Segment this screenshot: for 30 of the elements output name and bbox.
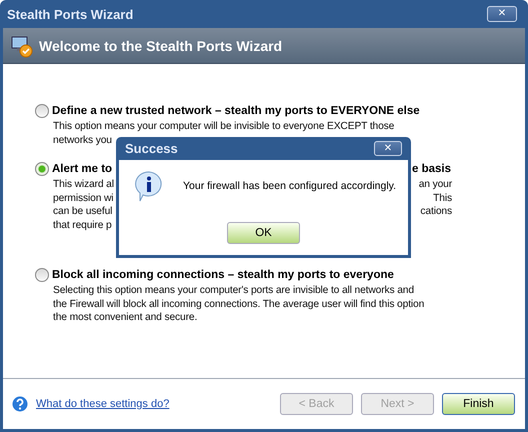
dialog-title: Success bbox=[125, 141, 178, 156]
help-link[interactable]: What do these settings do? bbox=[36, 398, 272, 410]
option-description: This wizard al bbox=[53, 178, 114, 192]
option-description: the Firewall will block all incoming connections. The average user will find this option bbox=[53, 298, 424, 311]
radio-button[interactable] bbox=[35, 104, 49, 118]
option-heading: Define a new trusted network – stealth my ports to EVERYONE else bbox=[52, 105, 420, 117]
ok-button[interactable]: OK bbox=[227, 222, 300, 244]
option-heading: Alert me to bbox=[52, 163, 112, 175]
option-description: cations bbox=[420, 205, 452, 218]
option-description: that require p bbox=[53, 218, 112, 232]
option-description: Selecting this option means your computer's ports are invisible to all networks and bbox=[53, 284, 414, 298]
option-description: permission wi bbox=[53, 192, 114, 205]
window-title: Stealth Ports Wizard bbox=[7, 6, 134, 22]
close-button[interactable]: ✕ bbox=[487, 6, 517, 22]
option-description: This option means your computer will be invisible to everyone EXCEPT those bbox=[53, 120, 394, 134]
wizard-button[interactable]: Finish bbox=[442, 393, 515, 415]
radio-button[interactable] bbox=[35, 268, 49, 282]
help-icon bbox=[12, 396, 28, 412]
option-description: can be useful bbox=[53, 205, 112, 218]
monitor-shield-icon bbox=[11, 34, 33, 58]
dialog-message: Your firewall has been configured accordingly. bbox=[183, 180, 396, 192]
radio-button[interactable] bbox=[35, 162, 49, 176]
option-heading: Block all incoming connections – stealth my ports to everyone bbox=[52, 269, 394, 281]
option-description: an your bbox=[418, 178, 452, 192]
option-description: This bbox=[433, 192, 452, 205]
option-heading: e basis bbox=[412, 163, 451, 175]
option-description: networks you bbox=[53, 134, 112, 147]
header-title: Welcome to the Stealth Ports Wizard bbox=[39, 38, 282, 54]
option-description: the most convenient and secure. bbox=[53, 311, 198, 324]
close-button[interactable]: ✕ bbox=[374, 141, 402, 156]
